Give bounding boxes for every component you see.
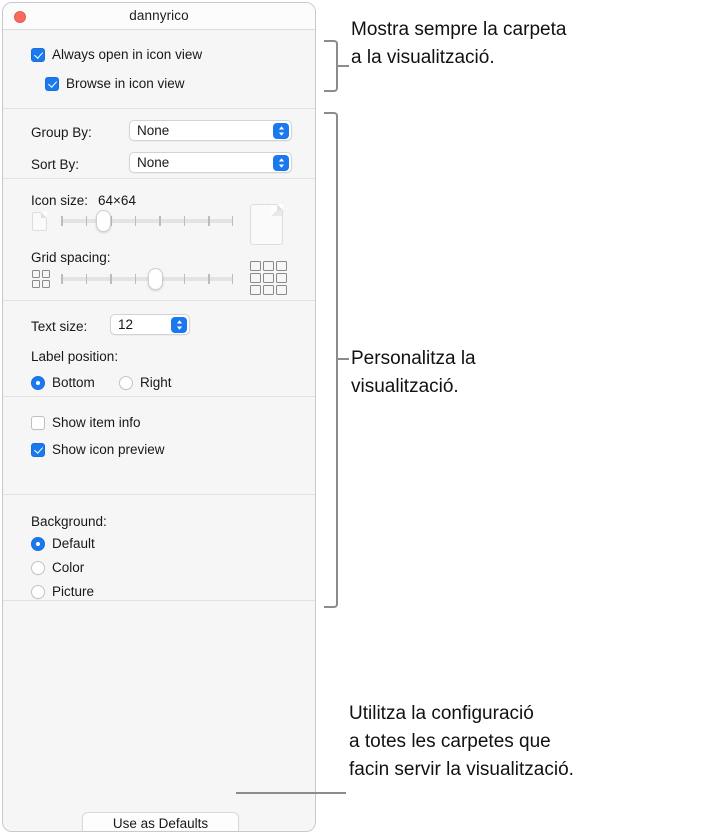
slider-tick	[85, 274, 87, 284]
radio-label: Default	[52, 536, 95, 552]
checkbox-label: Browse in icon view	[66, 76, 185, 92]
callout-stem-top	[337, 65, 349, 67]
checkbox-label: Show icon preview	[52, 442, 165, 458]
grid-spacing-label: Grid spacing:	[31, 250, 111, 265]
group-by-select[interactable]: None	[129, 120, 292, 141]
checkbox-show-icon-preview[interactable]: Show icon preview	[31, 443, 165, 457]
slider-thumb[interactable]	[95, 210, 111, 232]
checkbox-label: Always open in icon view	[52, 47, 203, 63]
radio-dot-icon	[31, 376, 45, 390]
slider-tick	[159, 216, 161, 226]
checkbox-always-open-in-icon-view[interactable]: Always open in icon view	[31, 48, 202, 62]
radio-label-position-right[interactable]: Right	[119, 376, 172, 390]
radio-dot-icon	[31, 561, 45, 575]
icon-size-label: Icon size:	[31, 193, 89, 208]
group-by-value: None	[137, 123, 170, 138]
slider-tick	[61, 274, 63, 284]
view-options-window: dannyrico Always open in icon view Brows…	[2, 2, 316, 832]
chevron-updown-icon	[273, 155, 289, 171]
slider-tick	[231, 274, 233, 284]
large-icon-indicator-icon	[250, 204, 283, 245]
slider-tick	[134, 274, 136, 284]
window-title: dannyrico	[129, 8, 189, 23]
radio-label: Bottom	[52, 375, 95, 391]
checkmark-icon	[45, 77, 59, 91]
callout-bracket-middle	[324, 112, 338, 608]
slider-tick	[61, 216, 63, 226]
slider-tick	[208, 274, 210, 284]
icon-size-value: 64×64	[98, 193, 136, 208]
section-sliders: Icon size: 64×64 Grid spacing:	[3, 179, 315, 301]
checkmark-icon	[31, 443, 45, 457]
radio-label: Color	[52, 560, 85, 576]
section-display-toggles: Show item info Show icon preview	[3, 397, 315, 495]
callout-stem-bottom	[236, 792, 346, 794]
callout-label-top: Mostra sempre la carpeta a la visualitza…	[351, 19, 567, 68]
small-grid-indicator-icon	[32, 270, 50, 288]
checkmark-icon	[31, 48, 45, 62]
sort-by-value: None	[137, 155, 170, 170]
callout-stem-middle	[337, 358, 349, 360]
radio-dot-icon	[31, 537, 45, 551]
slider-tick	[183, 274, 185, 284]
slider-tick	[134, 216, 136, 226]
radio-background-default[interactable]: Default	[31, 537, 95, 551]
radio-label: Right	[140, 375, 172, 391]
radio-background-color[interactable]: Color	[31, 561, 84, 575]
large-grid-indicator-icon	[250, 261, 287, 295]
text-size-value: 12	[118, 317, 134, 332]
slider-tick	[85, 216, 87, 226]
callout-label-bottom: Utilitza la configuració a totes les car…	[349, 703, 574, 780]
section-text: Text size: 12 Label position: Bottom Rig…	[3, 301, 315, 397]
checkbox-empty-icon	[31, 416, 45, 430]
radio-dot-icon	[31, 585, 45, 599]
section-grouping: Group By: None Sort By: None	[3, 109, 315, 179]
icon-size-slider[interactable]	[61, 210, 233, 232]
grid-spacing-slider[interactable]	[61, 268, 233, 290]
use-as-defaults-button[interactable]: Use as Defaults	[82, 812, 239, 831]
checkbox-browse-in-icon-view[interactable]: Browse in icon view	[45, 77, 185, 91]
callout-bracket-top	[324, 40, 338, 92]
icon-size-row: Icon size: 64×64	[31, 194, 136, 208]
chevron-updown-icon	[273, 123, 289, 139]
background-label: Background:	[31, 514, 107, 529]
section-icon-view: Always open in icon view Browse in icon …	[3, 30, 315, 109]
section-filler	[3, 601, 315, 831]
small-icon-indicator-icon	[32, 212, 47, 231]
radio-label-position-bottom[interactable]: Bottom	[31, 376, 95, 390]
window-titlebar: dannyrico	[3, 3, 315, 30]
radio-background-picture[interactable]: Picture	[31, 585, 94, 599]
callout-label-middle: Personalitza la visualització.	[351, 348, 476, 397]
radio-label: Picture	[52, 584, 95, 600]
sort-by-label: Sort By:	[31, 157, 80, 172]
section-background: Background: Default Color Picture	[3, 495, 315, 601]
chevron-updown-icon	[171, 317, 187, 333]
sort-by-select[interactable]: None	[129, 152, 292, 173]
slider-tick	[110, 274, 112, 284]
checkbox-show-item-info[interactable]: Show item info	[31, 416, 141, 430]
slider-thumb[interactable]	[147, 268, 163, 290]
label-position-label: Label position:	[31, 349, 119, 364]
radio-dot-icon	[119, 376, 133, 390]
slider-tick	[183, 216, 185, 226]
slider-tick	[208, 216, 210, 226]
text-size-label: Text size:	[31, 319, 88, 334]
slider-tick	[231, 216, 233, 226]
checkbox-label: Show item info	[52, 415, 141, 431]
view-options-body: Always open in icon view Browse in icon …	[3, 30, 315, 831]
group-by-label: Group By:	[31, 125, 92, 140]
text-size-select[interactable]: 12	[110, 314, 190, 335]
